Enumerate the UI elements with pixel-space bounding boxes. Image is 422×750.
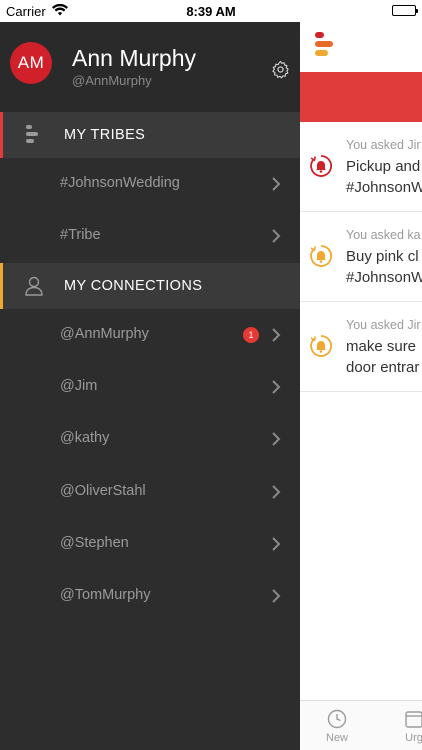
chevron-right-icon: [270, 176, 282, 192]
chevron-right-icon: [270, 484, 282, 500]
connection-item-label: @Jim: [60, 378, 98, 394]
tribe-item-label: #Tribe: [60, 227, 101, 243]
side-drawer: AM Ann Murphy @AnnMurphy MY TRIBES #John…: [0, 22, 300, 750]
connection-item-label: @TomMurphy: [60, 587, 151, 603]
calendar-icon: [405, 711, 422, 728]
connection-item[interactable]: @Stephen: [0, 518, 300, 570]
tab-new-label: New: [326, 732, 349, 744]
clock-time: 8:39 AM: [186, 4, 236, 19]
section-accent-bar: [0, 112, 3, 158]
clock-icon: [327, 709, 347, 729]
app-screen: Carrier 8:39 AM You asked Jir Pickup and…: [0, 0, 422, 750]
tribe-item[interactable]: #JohnsonWedding: [0, 158, 300, 210]
chevron-right-icon: [270, 588, 282, 604]
chevron-right-icon: [270, 379, 282, 395]
chevron-right-icon: [270, 327, 282, 343]
feed-item[interactable]: You asked Jir Pickup and #JohnsonW: [300, 122, 422, 212]
feed-item-title: Pickup and: [346, 158, 421, 175]
tab-urgent[interactable]: Urg: [404, 709, 422, 744]
connection-item-label: @OliverStahl: [60, 483, 146, 499]
section-accent-bar: [0, 263, 3, 309]
feed-item-meta: You asked Jir: [346, 318, 421, 332]
pending-bell-icon: [309, 244, 333, 268]
connection-item-label: @AnnMurphy: [60, 326, 149, 342]
chevron-right-icon: [270, 228, 282, 244]
person-icon: [24, 275, 44, 297]
tab-new[interactable]: New: [326, 709, 348, 744]
feed-item[interactable]: You asked ka Buy pink cl #JohnsonW: [300, 212, 422, 302]
connection-item[interactable]: @AnnMurphy 1: [0, 309, 300, 361]
section-my-connections-label: MY CONNECTIONS: [64, 278, 203, 294]
app-logo-icon[interactable]: [314, 31, 334, 61]
profile-name: Ann Murphy: [72, 45, 197, 71]
settings-gear-icon[interactable]: [271, 60, 290, 79]
notification-badge: 1: [243, 327, 259, 343]
feed-item-tribe: #JohnsonW: [346, 269, 422, 286]
feed-item-meta: You asked ka: [346, 228, 421, 242]
tribe-item-label: #JohnsonWedding: [60, 175, 180, 191]
feed-item-tribe: #JohnsonW: [346, 179, 422, 196]
connection-item-label: @Stephen: [60, 535, 129, 551]
feed-item-meta: You asked Jir: [346, 138, 421, 152]
overdue-bell-icon: [309, 154, 333, 178]
connection-item[interactable]: @TomMurphy: [0, 570, 300, 622]
tab-bar: New Urg: [300, 700, 422, 750]
connection-item[interactable]: @OliverStahl: [0, 466, 300, 518]
profile-handle: @AnnMurphy: [72, 73, 152, 88]
feed-item-title: Buy pink cl: [346, 248, 419, 265]
connection-item[interactable]: @Jim: [0, 361, 300, 413]
section-my-connections[interactable]: MY CONNECTIONS: [0, 263, 300, 309]
chevron-right-icon: [270, 536, 282, 552]
tribe-item[interactable]: #Tribe: [0, 210, 300, 262]
filter-banner[interactable]: [300, 72, 422, 122]
connection-item[interactable]: @kathy: [0, 413, 300, 465]
feed-item[interactable]: You asked Jir make sure door entrar: [300, 302, 422, 392]
profile-header: AM Ann Murphy @AnnMurphy: [0, 22, 300, 112]
tab-urgent-label: Urg: [405, 732, 422, 744]
section-my-tribes-label: MY TRIBES: [64, 127, 146, 143]
pending-bell-icon: [309, 334, 333, 358]
connection-item-label: @kathy: [60, 430, 110, 446]
chevron-right-icon: [270, 431, 282, 447]
status-bar: Carrier 8:39 AM: [0, 0, 422, 22]
feed-item-tribe: door entrar: [346, 359, 420, 376]
feed-item-title: make sure: [346, 338, 417, 355]
battery-icon: [392, 5, 418, 16]
tribes-icon: [24, 124, 44, 146]
section-my-tribes[interactable]: MY TRIBES: [0, 112, 300, 158]
avatar[interactable]: AM: [10, 42, 52, 84]
main-feed-panel[interactable]: You asked Jir Pickup and #JohnsonW You a…: [300, 22, 422, 750]
